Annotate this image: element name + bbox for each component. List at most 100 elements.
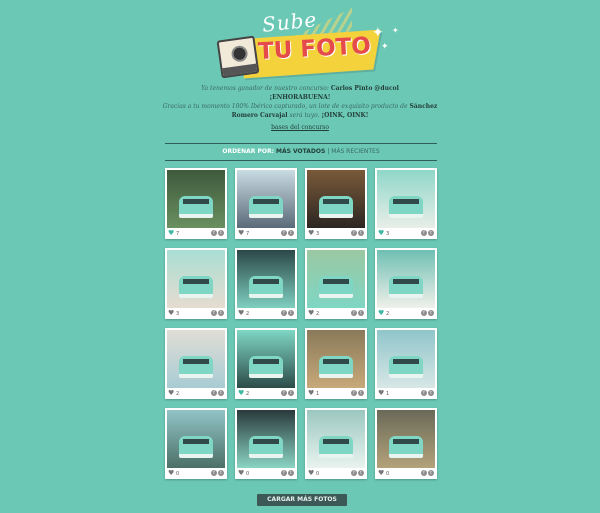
contest-photo[interactable] xyxy=(237,410,295,468)
contest-photo[interactable] xyxy=(307,250,365,308)
congrats-text: ¡ENHORABUENA! xyxy=(269,94,331,101)
facebook-share-icon[interactable]: f xyxy=(421,389,427,396)
heart-icon[interactable]: ♥ xyxy=(308,469,316,477)
facebook-share-icon[interactable]: f xyxy=(281,309,287,316)
contest-photo[interactable] xyxy=(377,250,435,308)
heart-icon[interactable]: ♥ xyxy=(168,229,176,237)
van-window-shape xyxy=(393,279,419,284)
share-buttons: ft xyxy=(210,309,224,317)
heart-icon[interactable]: ♥ xyxy=(168,469,176,477)
contest-photo[interactable] xyxy=(167,410,225,468)
contest-photo[interactable] xyxy=(307,170,365,228)
heart-icon[interactable]: ♥ xyxy=(168,309,176,317)
contest-photo[interactable] xyxy=(167,170,225,228)
heart-icon[interactable]: ♥ xyxy=(308,229,316,237)
photo-card[interactable]: ♥ 2 f t xyxy=(375,248,437,319)
twitter-share-icon[interactable]: t xyxy=(428,469,434,476)
share-buttons: ft xyxy=(420,309,434,317)
facebook-share-icon[interactable]: f xyxy=(351,309,357,316)
photo-card[interactable]: ♥ 0 f t xyxy=(235,408,297,479)
photo-card[interactable]: ♥ 7 f t xyxy=(235,168,297,239)
contest-photo[interactable] xyxy=(377,170,435,228)
facebook-share-icon[interactable]: f xyxy=(351,389,357,396)
photo-card[interactable]: ♥ 2 f t xyxy=(235,328,297,399)
share-buttons: ft xyxy=(280,309,294,317)
facebook-share-icon[interactable]: f xyxy=(281,469,287,476)
vote-count: 3 xyxy=(316,231,320,237)
bases-concurso-link[interactable]: bases del concurso xyxy=(271,124,329,131)
heart-icon[interactable]: ♥ xyxy=(238,309,246,317)
heart-icon[interactable]: ♥ xyxy=(238,389,246,397)
twitter-share-icon[interactable]: t xyxy=(288,309,294,316)
photo-card[interactable]: ♥ 0 f t xyxy=(375,408,437,479)
camera-lens xyxy=(230,44,249,63)
heart-icon[interactable]: ♥ xyxy=(238,229,246,237)
van-window-shape xyxy=(183,279,209,284)
contest-photo[interactable] xyxy=(307,330,365,388)
facebook-share-icon[interactable]: f xyxy=(351,469,357,476)
heart-icon[interactable]: ♥ xyxy=(378,309,386,317)
twitter-share-icon[interactable]: t xyxy=(358,309,364,316)
twitter-share-icon[interactable]: t xyxy=(358,469,364,476)
photo-card[interactable]: ♥ 7 f t xyxy=(165,168,227,239)
heart-icon[interactable]: ♥ xyxy=(308,309,316,317)
twitter-share-icon[interactable]: t xyxy=(288,389,294,396)
facebook-share-icon[interactable]: f xyxy=(281,229,287,236)
heart-icon[interactable]: ♥ xyxy=(378,469,386,477)
share-buttons: ft xyxy=(210,229,224,237)
contest-photo[interactable] xyxy=(307,410,365,468)
twitter-share-icon[interactable]: t xyxy=(218,469,224,476)
van-window-shape xyxy=(183,359,209,364)
contest-photo[interactable] xyxy=(237,330,295,388)
photo-card[interactable]: ♥ 2 f t xyxy=(305,248,367,319)
contest-photo[interactable] xyxy=(237,170,295,228)
twitter-share-icon[interactable]: t xyxy=(428,389,434,396)
facebook-share-icon[interactable]: f xyxy=(421,229,427,236)
sort-most-recent[interactable]: MÁS RECIENTES xyxy=(331,148,379,155)
twitter-share-icon[interactable]: t xyxy=(428,309,434,316)
facebook-share-icon[interactable]: f xyxy=(211,229,217,236)
contest-photo[interactable] xyxy=(167,330,225,388)
twitter-share-icon[interactable]: t xyxy=(358,229,364,236)
twitter-share-icon[interactable]: t xyxy=(428,229,434,236)
van-window-shape xyxy=(323,439,349,444)
facebook-share-icon[interactable]: f xyxy=(211,309,217,316)
share-buttons: ft xyxy=(210,469,224,477)
contest-photo[interactable] xyxy=(377,410,435,468)
twitter-share-icon[interactable]: t xyxy=(218,229,224,236)
contest-photo[interactable] xyxy=(377,330,435,388)
contest-photo[interactable] xyxy=(167,250,225,308)
photo-card[interactable]: ♥ 1 f t xyxy=(375,328,437,399)
photo-card[interactable]: ♥ 0 f t xyxy=(165,408,227,479)
heart-icon[interactable]: ♥ xyxy=(238,469,246,477)
sort-bar: ORDENAR POR: MÁS VOTADOS | MÁS RECIENTES xyxy=(165,145,437,159)
heart-icon[interactable]: ♥ xyxy=(168,389,176,397)
load-more-button[interactable]: CARGAR MÁS FOTOS xyxy=(257,494,347,506)
photo-card[interactable]: ♥ 3 f t xyxy=(375,168,437,239)
twitter-share-icon[interactable]: t xyxy=(358,389,364,396)
twitter-share-icon[interactable]: t xyxy=(288,469,294,476)
heart-icon[interactable]: ♥ xyxy=(308,389,316,397)
photo-card[interactable]: ♥ 1 f t xyxy=(305,328,367,399)
facebook-share-icon[interactable]: f xyxy=(421,309,427,316)
twitter-share-icon[interactable]: t xyxy=(218,309,224,316)
photo-meta: ♥ 3 f t xyxy=(378,229,434,237)
facebook-share-icon[interactable]: f xyxy=(351,229,357,236)
photo-card[interactable]: ♥ 0 f t xyxy=(305,408,367,479)
van-window-shape xyxy=(183,439,209,444)
twitter-share-icon[interactable]: t xyxy=(288,229,294,236)
facebook-share-icon[interactable]: f xyxy=(421,469,427,476)
photo-card[interactable]: ♥ 2 f t xyxy=(235,248,297,319)
heart-icon[interactable]: ♥ xyxy=(378,229,386,237)
share-buttons: ft xyxy=(350,389,364,397)
photo-card[interactable]: ♥ 3 f t xyxy=(165,248,227,319)
twitter-share-icon[interactable]: t xyxy=(218,389,224,396)
photo-card[interactable]: ♥ 3 f t xyxy=(305,168,367,239)
facebook-share-icon[interactable]: f xyxy=(211,389,217,396)
heart-icon[interactable]: ♥ xyxy=(378,389,386,397)
facebook-share-icon[interactable]: f xyxy=(281,389,287,396)
sort-most-voted[interactable]: MÁS VOTADOS xyxy=(276,148,325,155)
contest-photo[interactable] xyxy=(237,250,295,308)
photo-card[interactable]: ♥ 2 f t xyxy=(165,328,227,399)
facebook-share-icon[interactable]: f xyxy=(211,469,217,476)
